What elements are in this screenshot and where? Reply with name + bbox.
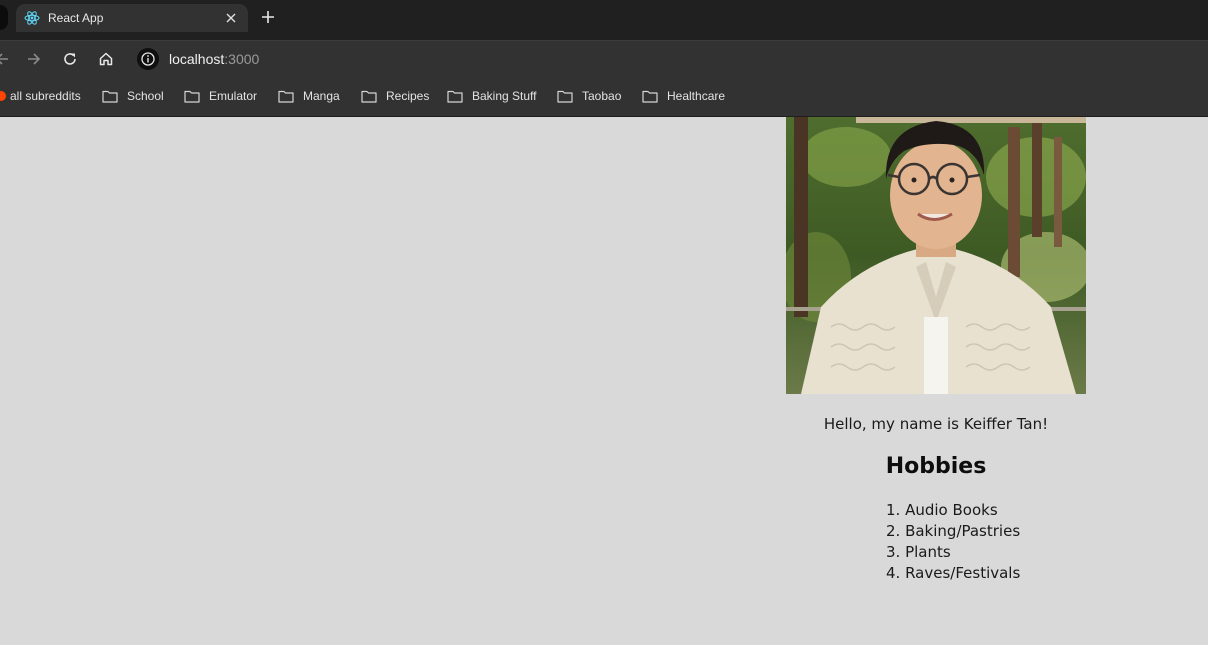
greeting-text: Hello, my name is Keiffer Tan!	[823, 415, 1049, 433]
folder-icon	[642, 90, 658, 103]
folder-icon	[557, 90, 573, 103]
bookmark-all-subreddits[interactable]: all subreddits	[0, 88, 81, 104]
back-arrow-icon[interactable]	[0, 49, 12, 69]
url-port: :3000	[224, 51, 260, 67]
bookmark-folder-taobao[interactable]: Taobao	[557, 88, 621, 104]
hobbies-heading: Hobbies	[885, 454, 987, 479]
hobbies-list: 1. Audio Books 2. Baking/Pastries 3. Pla…	[886, 500, 1020, 584]
react-icon	[24, 10, 40, 26]
bookmark-label: School	[127, 89, 164, 103]
tab-strip: React App	[0, 0, 1208, 40]
previous-tab-stub[interactable]	[0, 5, 8, 30]
reddit-icon	[0, 91, 6, 101]
folder-icon	[184, 90, 200, 103]
list-item: 2. Baking/Pastries	[886, 522, 1021, 540]
list-item: 3. Plants	[886, 543, 951, 561]
folder-icon	[278, 90, 294, 103]
tab-title: React App	[48, 11, 104, 25]
close-tab-icon[interactable]	[223, 10, 239, 26]
bookmark-folder-emulator[interactable]: Emulator	[184, 88, 257, 104]
bookmarks-bar: all subreddits School Emulator Manga Rec…	[0, 76, 1208, 117]
reload-icon[interactable]	[60, 49, 80, 69]
bookmark-label: all subreddits	[10, 89, 81, 103]
bookmark-label: Manga	[303, 89, 340, 103]
bookmark-label: Emulator	[209, 89, 258, 103]
bookmark-label: Recipes	[386, 89, 430, 103]
tab-react-app[interactable]: React App	[16, 4, 248, 32]
forward-arrow-icon[interactable]	[24, 49, 44, 69]
bookmark-folder-recipes[interactable]: Recipes	[361, 88, 429, 104]
new-tab-plus-icon[interactable]	[258, 7, 278, 27]
profile-photo	[786, 117, 1086, 394]
folder-icon	[102, 90, 118, 103]
list-item: 4. Raves/Festivals	[886, 564, 1021, 582]
folder-icon	[447, 90, 463, 103]
list-item: 1. Audio Books	[886, 501, 998, 519]
bookmark-folder-manga[interactable]: Manga	[278, 88, 340, 104]
bookmark-label: Taobao	[582, 89, 622, 103]
address-bar[interactable]: localhost:3000	[169, 51, 259, 67]
bookmark-folder-baking-stuff[interactable]: Baking Stuff	[447, 88, 537, 104]
browser-toolbar: localhost:3000	[0, 40, 1208, 77]
bookmark-label: Baking Stuff	[472, 89, 537, 103]
folder-icon	[361, 90, 377, 103]
bookmark-label: Healthcare	[667, 89, 726, 103]
bookmark-folder-healthcare[interactable]: Healthcare	[642, 88, 725, 104]
site-info-icon[interactable]	[137, 48, 159, 70]
home-icon[interactable]	[96, 49, 116, 69]
url-host: localhost	[169, 51, 225, 67]
bookmark-folder-school[interactable]: School	[102, 88, 164, 104]
